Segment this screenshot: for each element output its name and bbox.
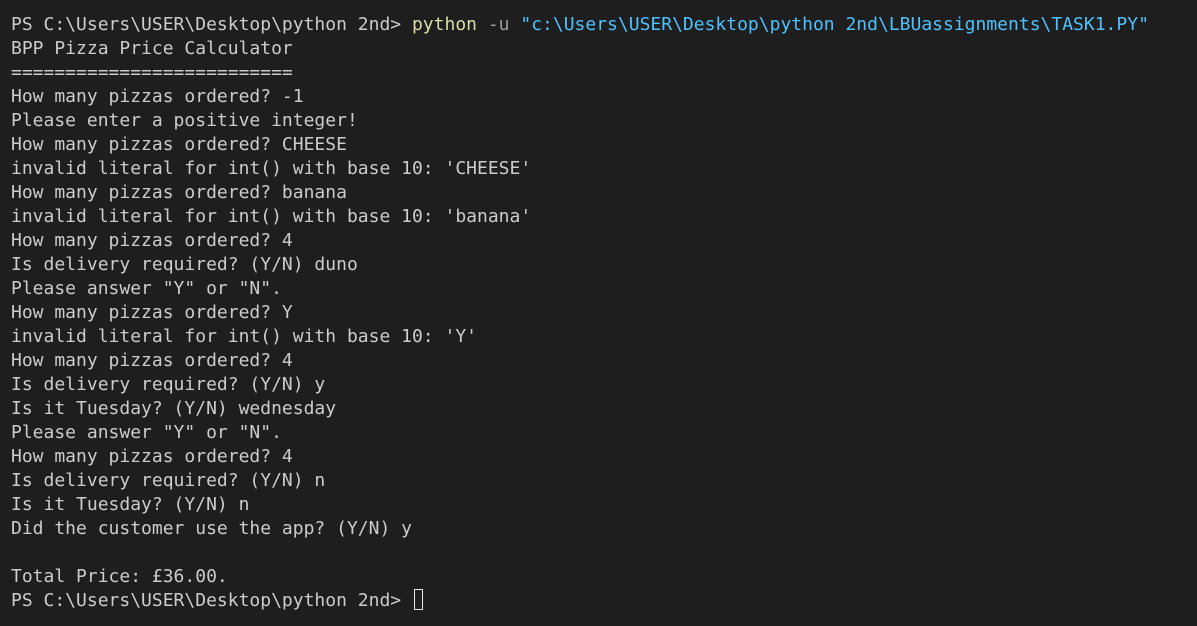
output-line: BPP Pizza Price Calculator xyxy=(11,38,293,59)
output-line: Is it Tuesday? (Y/N) wednesday xyxy=(11,398,337,419)
output-line: Please answer "Y" or "N". xyxy=(11,278,282,299)
output-line: invalid literal for int() with base 10: … xyxy=(11,206,532,227)
output-line: How many pizzas ordered? banana xyxy=(11,182,347,203)
script-path: "c:\Users\USER\Desktop\python 2nd\LBUass… xyxy=(520,14,1149,35)
output-line: How many pizzas ordered? 4 xyxy=(11,350,293,371)
output-line: Is delivery required? (Y/N) y xyxy=(11,374,326,395)
output-line: Please answer "Y" or "N". xyxy=(11,422,282,443)
text-cursor[interactable] xyxy=(413,589,423,610)
command-flag: -u xyxy=(477,14,521,35)
output-line: Is delivery required? (Y/N) n xyxy=(11,470,326,491)
command-line: PS C:\Users\USER\Desktop\python 2nd> pyt… xyxy=(11,13,1197,37)
output-line: How many pizzas ordered? CHEESE xyxy=(11,134,347,155)
output-line: invalid literal for int() with base 10: … xyxy=(11,158,532,179)
output-line: How many pizzas ordered? -1 xyxy=(11,86,304,107)
output-line: Is it Tuesday? (Y/N) n xyxy=(11,494,250,515)
output-line: How many pizzas ordered? Y xyxy=(11,302,293,323)
terminal-window[interactable]: PS C:\Users\USER\Desktop\python 2nd> pyt… xyxy=(0,0,1197,626)
total-price-line: Total Price: £36.00. xyxy=(11,566,228,587)
output-line: Is delivery required? (Y/N) duno xyxy=(11,254,358,275)
prompt: PS C:\Users\USER\Desktop\python 2nd> xyxy=(11,14,412,35)
prompt: PS C:\Users\USER\Desktop\python 2nd> xyxy=(11,590,412,611)
output-line: Please enter a positive integer! xyxy=(11,110,358,131)
output-line: How many pizzas ordered? 4 xyxy=(11,230,293,251)
output-line: How many pizzas ordered? 4 xyxy=(11,446,293,467)
output-line: invalid literal for int() with base 10: … xyxy=(11,326,477,347)
final-prompt-line[interactable]: PS C:\Users\USER\Desktop\python 2nd> xyxy=(11,589,1197,613)
command-name: python xyxy=(411,14,477,35)
output-line: Did the customer use the app? (Y/N) y xyxy=(11,518,412,539)
output-line: ========================== xyxy=(11,62,293,83)
